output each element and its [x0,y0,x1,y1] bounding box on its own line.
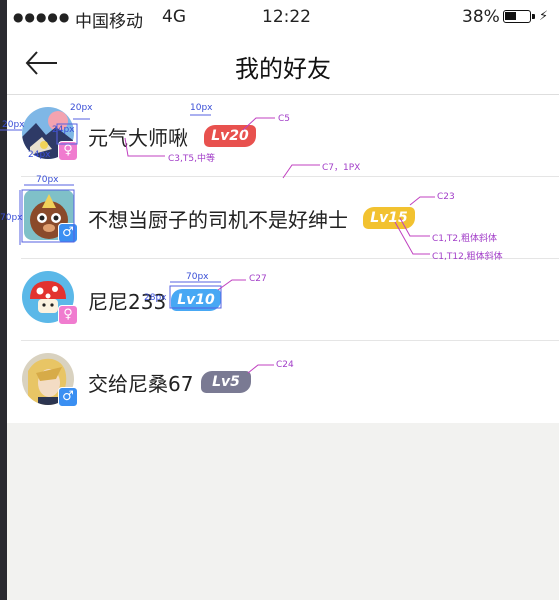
annotation-label: C1,T2,粗体斜体 [432,234,497,244]
status-time: 12:22 [262,7,311,27]
annotation-label: C1,T12,粗体斜体 [432,252,503,262]
annotation-label: 20px [70,103,93,113]
friend-name: 不想当厨子的司机不是好绅士 [88,208,348,232]
navigation-bar: 我的好友 [7,34,559,95]
level-badge: Lv5 [201,371,251,393]
friend-row[interactable]: ♂ 不想当厨子的司机不是好绅士 Lv15 [7,177,559,259]
annotation-label: 20px [2,120,25,130]
carrier-name: 中国移动 [75,12,143,32]
battery-icon [503,10,535,23]
charging-icon: ⚡ [539,9,549,24]
status-bar: ●●●●● 中国移动 4G 12:22 38% ⚡ [7,0,559,34]
gender-icon: ♂ [58,223,78,243]
phone-screen: ●●●●● 中国移动 4G 12:22 38% ⚡ 我的好友 ♀ 元气大师啾 L… [7,0,559,600]
friend-row[interactable]: ♀ 尼尼233 Lv10 [7,259,559,341]
annotation-label: 24px [28,150,51,160]
annotation-label: 28px [144,293,167,303]
friend-row[interactable]: ♂ 交给尼桑67 Lv5 [7,341,559,423]
left-edge-strip [0,0,7,600]
battery-level-fill [505,12,516,20]
network-type: 4G [162,7,186,27]
level-badge: Lv10 [171,289,221,311]
annotation-label: C3,T5,中等 [168,154,215,164]
level-badge: Lv15 [363,207,415,229]
annotation-label: 24px [52,125,75,135]
friend-name: 元气大师啾 [88,126,188,150]
page-title: 我的好友 [235,55,331,83]
signal-strength-icon: ●●●●● [13,10,71,24]
gender-icon: ♀ [58,305,78,325]
level-badge: Lv20 [204,125,256,147]
battery-percent: 38% [462,7,500,27]
gender-icon: ♂ [58,387,78,407]
battery-cap [532,14,535,19]
annotation-label: C7，1PX [322,163,361,173]
annotation-label: C27 [249,274,267,284]
friend-name: 交给尼桑67 [88,372,194,396]
annotation-label: 70px [186,272,209,282]
annotation-label: 10px [190,103,213,113]
annotation-label: C23 [437,192,455,202]
annotation-label: C24 [276,360,294,370]
annotation-label: 70px [0,213,23,223]
gender-icon: ♀ [58,141,78,161]
annotation-label: C5 [278,114,291,124]
annotation-label: 70px [36,175,59,185]
